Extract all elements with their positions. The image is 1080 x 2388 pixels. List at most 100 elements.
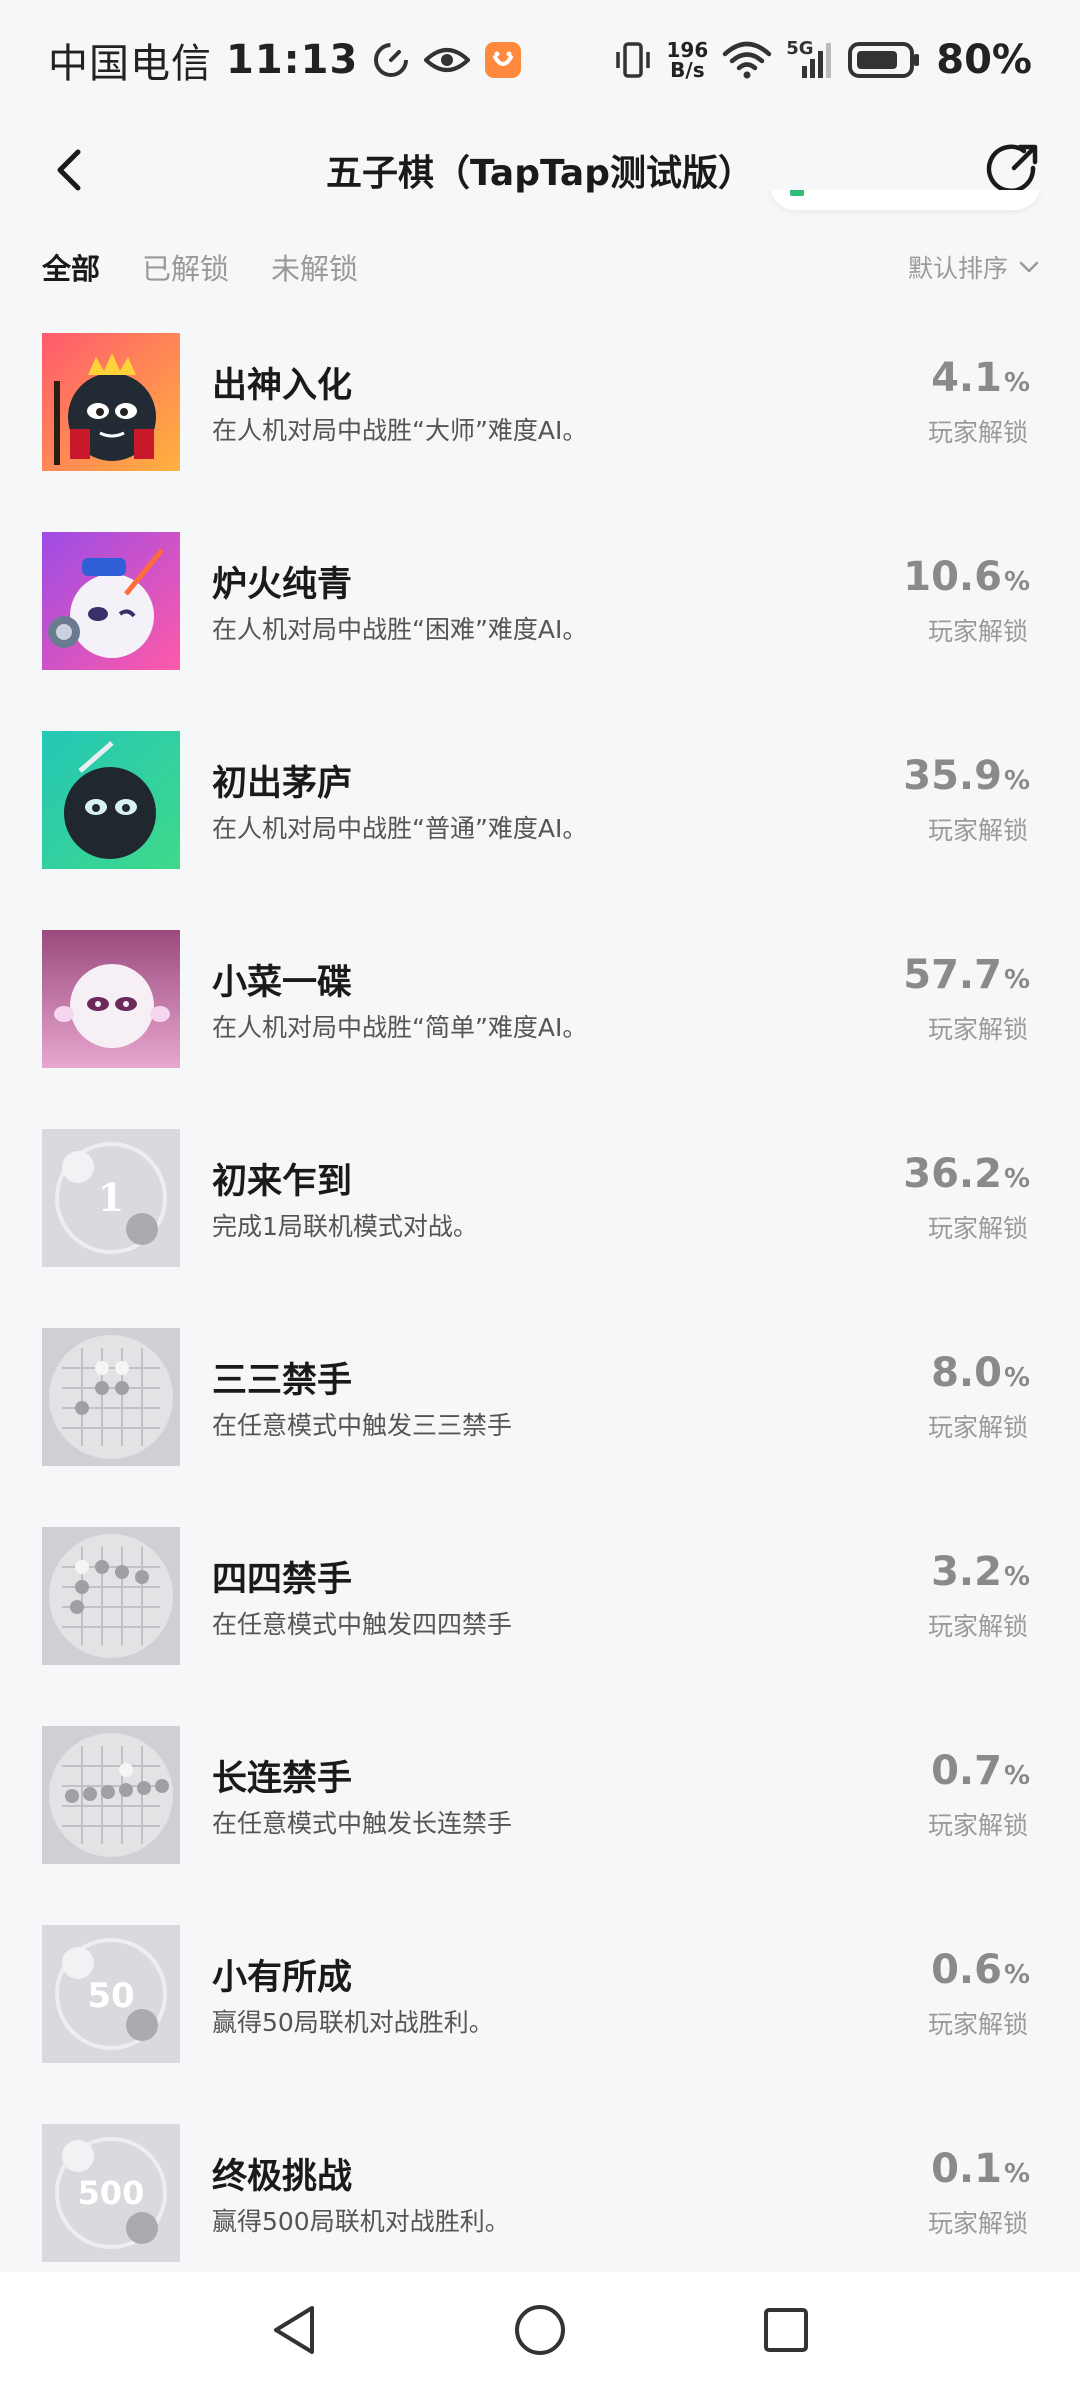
sort-label: 默认排序 — [907, 254, 1008, 283]
unlock-percentage-value: 10.6 — [903, 554, 1002, 600]
achievement-description: 赢得500局联机对战胜利。 — [212, 2207, 510, 2236]
scrolled-header-edge — [0, 190, 1080, 220]
achievement-description: 在任意模式中触发四四禁手 — [212, 1610, 513, 1639]
unlock-percentage: 35.9% — [903, 753, 1030, 799]
filter-bar: 全部 已解锁 未解锁 默认排序 — [0, 235, 1080, 299]
unlock-label: 玩家解锁 — [927, 1413, 1028, 1442]
badge-number: 500 — [78, 2174, 145, 2212]
unlock-label: 玩家解锁 — [927, 1612, 1028, 1641]
unlock-percentage: 0.6% — [931, 1947, 1030, 1993]
achievement-item[interactable]: 炉火纯青 在人机对局中战胜“困难”难度AI。 10.6% 玩家解锁 — [0, 514, 1080, 713]
achievement-item[interactable]: 小菜一碟 在人机对局中战胜“简单”难度AI。 57.7% 玩家解锁 — [0, 912, 1080, 1111]
achievement-description: 在任意模式中触发三三禁手 — [212, 1411, 513, 1440]
status-bar: 中国电信 11:13 196 B/s 5G 80% — [0, 0, 1080, 120]
percent-sign: % — [1003, 1363, 1030, 1393]
sort-dropdown[interactable]: 默认排序 — [908, 249, 1040, 285]
online-1-icon: 1 — [42, 1129, 180, 1267]
unlock-label: 玩家解锁 — [927, 2209, 1028, 2238]
badge-number: 50 — [87, 1976, 134, 2016]
unlock-percentage: 4.1% — [931, 355, 1030, 401]
system-navigation-bar — [0, 2272, 1080, 2388]
achievement-description: 完成1局联机模式对战。 — [212, 1212, 478, 1241]
system-recents-button[interactable] — [756, 2300, 816, 2360]
system-home-button[interactable] — [510, 2300, 570, 2360]
percent-sign: % — [1003, 2159, 1030, 2189]
achievement-title: 初来乍到 — [212, 1162, 353, 1202]
unlock-percentage-value: 35.9 — [903, 753, 1002, 799]
achievement-item[interactable]: 50 小有所成 赢得50局联机对战胜利。 0.6% 玩家解锁 — [0, 1907, 1080, 2106]
achievement-description: 在人机对局中战胜“困难”难度AI。 — [212, 615, 588, 644]
vibrate-icon — [613, 40, 653, 80]
unlock-label: 玩家解锁 — [927, 1214, 1028, 1243]
tab-unlocked[interactable]: 已解锁 — [142, 246, 229, 288]
unlock-percentage-value: 4.1 — [931, 355, 1002, 401]
achievement-description: 在人机对局中战胜“大师”难度AI。 — [212, 416, 588, 445]
badge-number: 1 — [98, 1175, 124, 1220]
achievement-item[interactable]: 初出茅庐 在人机对局中战胜“普通”难度AI。 35.9% 玩家解锁 — [0, 713, 1080, 912]
board-long-icon — [42, 1726, 180, 1864]
percent-sign: % — [1003, 1960, 1030, 1990]
system-back-button[interactable] — [264, 2300, 324, 2360]
board-44-icon — [42, 1527, 180, 1665]
black-ghost-teal-icon — [42, 731, 180, 869]
achievement-title: 四四禁手 — [212, 1560, 353, 1600]
cellular-signal-icon: 5G — [786, 38, 834, 80]
status-bar-right: 196 B/s 5G 80% — [613, 37, 1032, 83]
percent-sign: % — [1003, 1562, 1030, 1592]
unlock-percentage-value: 36.2 — [903, 1151, 1002, 1197]
achievement-title: 出神入化 — [212, 366, 353, 406]
achievement-item[interactable]: 出神入化 在人机对局中战胜“大师”难度AI。 4.1% 玩家解锁 — [0, 315, 1080, 514]
unlock-percentage: 36.2% — [903, 1151, 1030, 1197]
wifi-icon — [722, 40, 772, 80]
achievement-item[interactable]: 三三禁手 在任意模式中触发三三禁手 8.0% 玩家解锁 — [0, 1310, 1080, 1509]
battery-percent: 80% — [936, 37, 1032, 83]
achievement-title: 终极挑战 — [212, 2157, 353, 2197]
network-speed: 196 B/s — [667, 40, 709, 80]
percent-sign: % — [1003, 1164, 1030, 1194]
white-ghost-pink-icon — [42, 930, 180, 1068]
eye-icon — [424, 44, 471, 76]
unlock-label: 玩家解锁 — [927, 816, 1028, 845]
progress-indicator — [790, 190, 804, 196]
network-speed-unit: B/s — [670, 58, 705, 82]
tab-all[interactable]: 全部 — [42, 246, 100, 288]
white-ghost-sword-icon — [42, 532, 180, 670]
achievement-title: 炉火纯青 — [212, 565, 353, 605]
page-title: 五子棋（TapTap测试版） — [326, 153, 754, 194]
unlock-percentage: 0.7% — [931, 1748, 1030, 1794]
achievement-title: 小有所成 — [212, 1958, 353, 1998]
achievement-item[interactable]: 长连禁手 在任意模式中触发长连禁手 0.7% 玩家解锁 — [0, 1708, 1080, 1907]
unlock-label: 玩家解锁 — [927, 2010, 1028, 2039]
progress-pill — [770, 190, 1040, 210]
unlock-label: 玩家解锁 — [927, 617, 1028, 646]
percent-sign: % — [1003, 567, 1030, 597]
unlock-percentage-value: 0.6 — [931, 1947, 1002, 1993]
clock: 11:13 — [226, 37, 359, 83]
achievement-item[interactable]: 四四禁手 在任意模式中触发四四禁手 3.2% 玩家解锁 — [0, 1509, 1080, 1708]
achievement-title: 初出茅庐 — [212, 764, 353, 804]
carrier-name: 中国电信 — [48, 41, 212, 87]
black-ghost-crown-icon — [42, 333, 180, 471]
unlock-percentage: 57.7% — [903, 952, 1030, 998]
achievement-description: 在人机对局中战胜“普通”难度AI。 — [212, 814, 588, 843]
unlock-percentage: 10.6% — [903, 554, 1030, 600]
status-bar-left: 中国电信 11:13 — [48, 31, 522, 89]
board-33-icon — [42, 1328, 180, 1466]
percent-sign: % — [1003, 965, 1030, 995]
unlock-percentage-value: 3.2 — [931, 1549, 1002, 1595]
tab-locked[interactable]: 未解锁 — [271, 246, 358, 288]
achievement-list: 出神入化 在人机对局中战胜“大师”难度AI。 4.1% 玩家解锁 炉火纯青 在人… — [0, 315, 1080, 2305]
achievement-description: 在人机对局中战胜“简单”难度AI。 — [212, 1013, 588, 1042]
chevron-down-icon — [1019, 261, 1039, 273]
unlock-percentage-value: 0.7 — [931, 1748, 1002, 1794]
unlock-percentage: 3.2% — [931, 1549, 1030, 1595]
achievement-title: 三三禁手 — [212, 1361, 353, 1401]
online-50-icon: 50 — [42, 1925, 180, 2063]
unlock-percentage: 8.0% — [931, 1350, 1030, 1396]
achievement-item[interactable]: 1 初来乍到 完成1局联机模式对战。 36.2% 玩家解锁 — [0, 1111, 1080, 1310]
unlock-percentage-value: 8.0 — [931, 1350, 1002, 1396]
percent-sign: % — [1003, 1761, 1030, 1791]
achievement-description: 在任意模式中触发长连禁手 — [212, 1809, 513, 1838]
triangle-back-icon — [274, 2306, 314, 2354]
unlock-percentage: 0.1% — [931, 2146, 1030, 2192]
